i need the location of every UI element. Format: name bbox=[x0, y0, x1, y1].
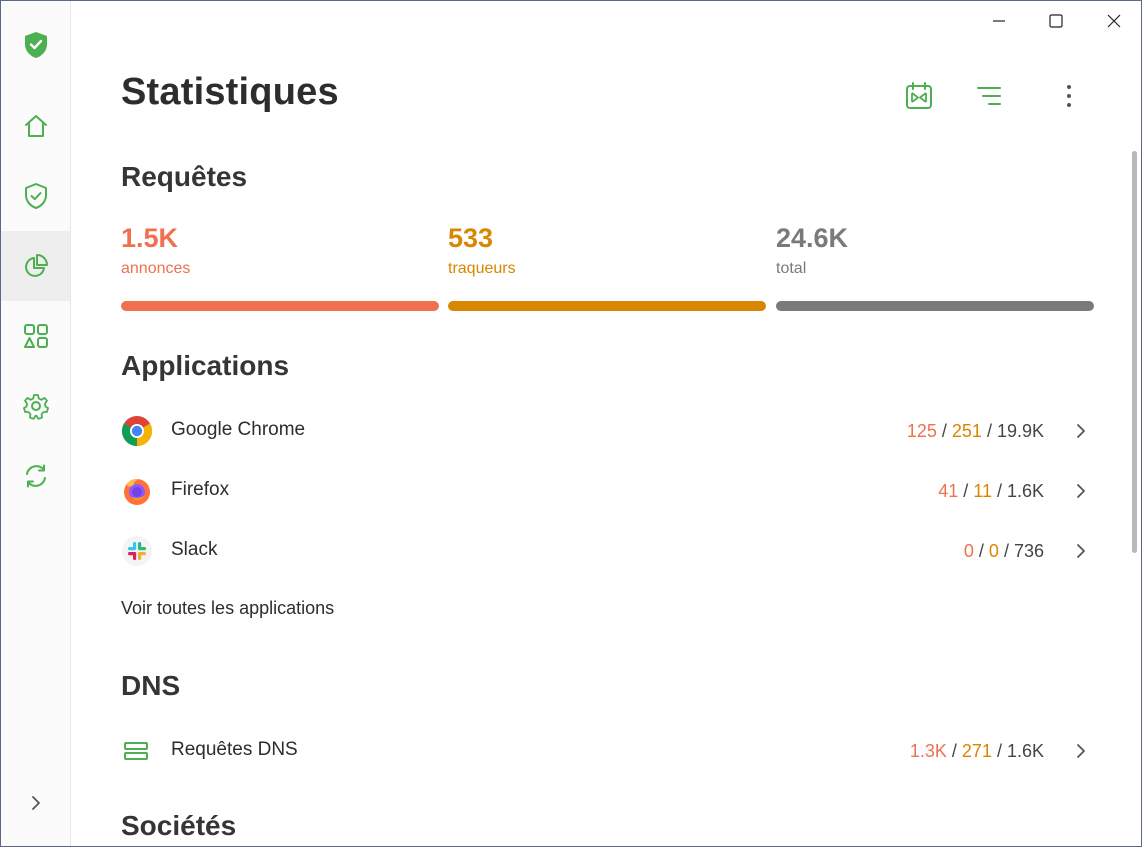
trackers-count: 251 bbox=[951, 421, 982, 441]
chrome-icon bbox=[121, 416, 153, 446]
chevron-right-icon bbox=[1077, 544, 1085, 558]
chevron-right-icon bbox=[1077, 424, 1085, 438]
home-icon bbox=[24, 115, 47, 137]
dns-counts: 1.3K / 271 / 1.6K bbox=[910, 741, 1044, 762]
sidebar-item-home[interactable] bbox=[1, 91, 70, 161]
stat-total: 24.6K total bbox=[776, 221, 1094, 311]
total-count: 1.6K bbox=[1006, 481, 1044, 501]
dns-server-icon bbox=[124, 742, 148, 760]
stat-trackers-label: traqueurs bbox=[448, 260, 516, 277]
app-counts: 125 / 251 / 19.9K bbox=[907, 421, 1044, 442]
stat-ads: 1.5K annonces bbox=[121, 221, 439, 311]
app-name: Firefox bbox=[171, 479, 230, 500]
stat-total-label: total bbox=[776, 260, 807, 277]
sidebar-item-protection[interactable] bbox=[1, 161, 70, 231]
stat-ads-value: 1.5K bbox=[121, 223, 179, 253]
refresh-icon bbox=[25, 464, 46, 488]
date-range-button[interactable] bbox=[901, 79, 937, 113]
separator: / bbox=[991, 741, 1007, 761]
stat-ads-bar bbox=[121, 301, 439, 311]
more-options-button[interactable] bbox=[1051, 79, 1087, 113]
sidebar-expand-button[interactable] bbox=[1, 768, 70, 838]
stat-trackers-bar bbox=[448, 301, 766, 311]
app-row-firefox[interactable]: Firefox 41 / 11 / 1.6K bbox=[121, 471, 1091, 511]
sidebar-item-apps[interactable] bbox=[1, 301, 70, 371]
stat-ads-label: annonces bbox=[121, 260, 191, 277]
stat-trackers: 533 traqueurs bbox=[448, 221, 766, 311]
separator: / bbox=[998, 541, 1014, 561]
ads-count: 0 bbox=[963, 541, 974, 561]
separator: / bbox=[973, 541, 989, 561]
separator: / bbox=[991, 481, 1007, 501]
app-name: Slack bbox=[171, 539, 218, 560]
requests-section-title: Requêtes bbox=[121, 161, 248, 192]
slack-icon bbox=[122, 536, 152, 566]
companies-section-title: Sociétés bbox=[121, 810, 237, 841]
trackers-count: 0 bbox=[988, 541, 999, 561]
sidebar-item-sync[interactable] bbox=[1, 441, 70, 511]
chevron-right-icon bbox=[1077, 744, 1085, 758]
page-title: Statistiques bbox=[121, 71, 339, 113]
separator: / bbox=[981, 421, 997, 441]
total-count: 736 bbox=[1013, 541, 1044, 561]
stat-trackers-value: 533 bbox=[448, 223, 494, 253]
firefox-icon bbox=[124, 479, 150, 505]
dns-row-name: Requêtes DNS bbox=[171, 739, 298, 760]
sidebar-item-settings[interactable] bbox=[1, 371, 70, 441]
app-row-chrome[interactable]: Google Chrome 125 / 251 / 19.9K bbox=[121, 411, 1091, 451]
separator: / bbox=[936, 421, 952, 441]
total-count: 19.9K bbox=[996, 421, 1044, 441]
app-logo bbox=[1, 10, 70, 80]
dns-section-title: DNS bbox=[121, 670, 181, 701]
separator: / bbox=[958, 481, 974, 501]
chevron-right-icon bbox=[31, 796, 40, 810]
app-row-slack[interactable]: Slack 0 / 0 / 736 bbox=[121, 531, 1091, 571]
sort-filter-button[interactable] bbox=[971, 79, 1007, 113]
app-name: Google Chrome bbox=[171, 419, 306, 440]
sidebar bbox=[1, 1, 71, 846]
dns-row-requests[interactable]: Requêtes DNS 1.3K / 271 / 1.6K bbox=[121, 731, 1091, 771]
ads-count: 1.3K bbox=[909, 741, 947, 761]
applications-section-title: Applications bbox=[121, 350, 290, 381]
vertical-scrollbar[interactable] bbox=[1132, 151, 1137, 553]
gear-icon bbox=[22, 394, 49, 420]
trackers-count: 11 bbox=[973, 481, 992, 501]
stat-total-value: 24.6K bbox=[776, 223, 849, 253]
app-window: Statistiques Requêtes 1.5K annonces 533 … bbox=[0, 0, 1142, 847]
total-count: 1.6K bbox=[1006, 741, 1044, 761]
app-counts: 0 / 0 / 736 bbox=[964, 541, 1044, 562]
calendar-icon bbox=[906, 82, 932, 109]
stat-total-bar bbox=[776, 301, 1094, 311]
trackers-count: 271 bbox=[961, 741, 992, 761]
ads-count: 41 bbox=[938, 481, 959, 501]
chevron-right-icon bbox=[1077, 484, 1085, 498]
app-counts: 41 / 11 / 1.6K bbox=[938, 481, 1044, 502]
apps-grid-icon bbox=[23, 324, 48, 348]
see-all-applications-link[interactable]: Voir toutes les applications bbox=[121, 598, 334, 619]
shield-logo-icon bbox=[24, 32, 47, 58]
more-vertical-icon bbox=[1067, 85, 1071, 107]
shield-icon bbox=[24, 183, 47, 209]
sidebar-item-statistics[interactable] bbox=[1, 231, 70, 301]
main-content: Statistiques Requêtes 1.5K annonces 533 … bbox=[71, 1, 1141, 846]
filter-icon bbox=[977, 87, 1001, 105]
separator: / bbox=[946, 741, 962, 761]
pie-chart-icon bbox=[24, 254, 48, 277]
ads-count: 125 bbox=[906, 421, 937, 441]
